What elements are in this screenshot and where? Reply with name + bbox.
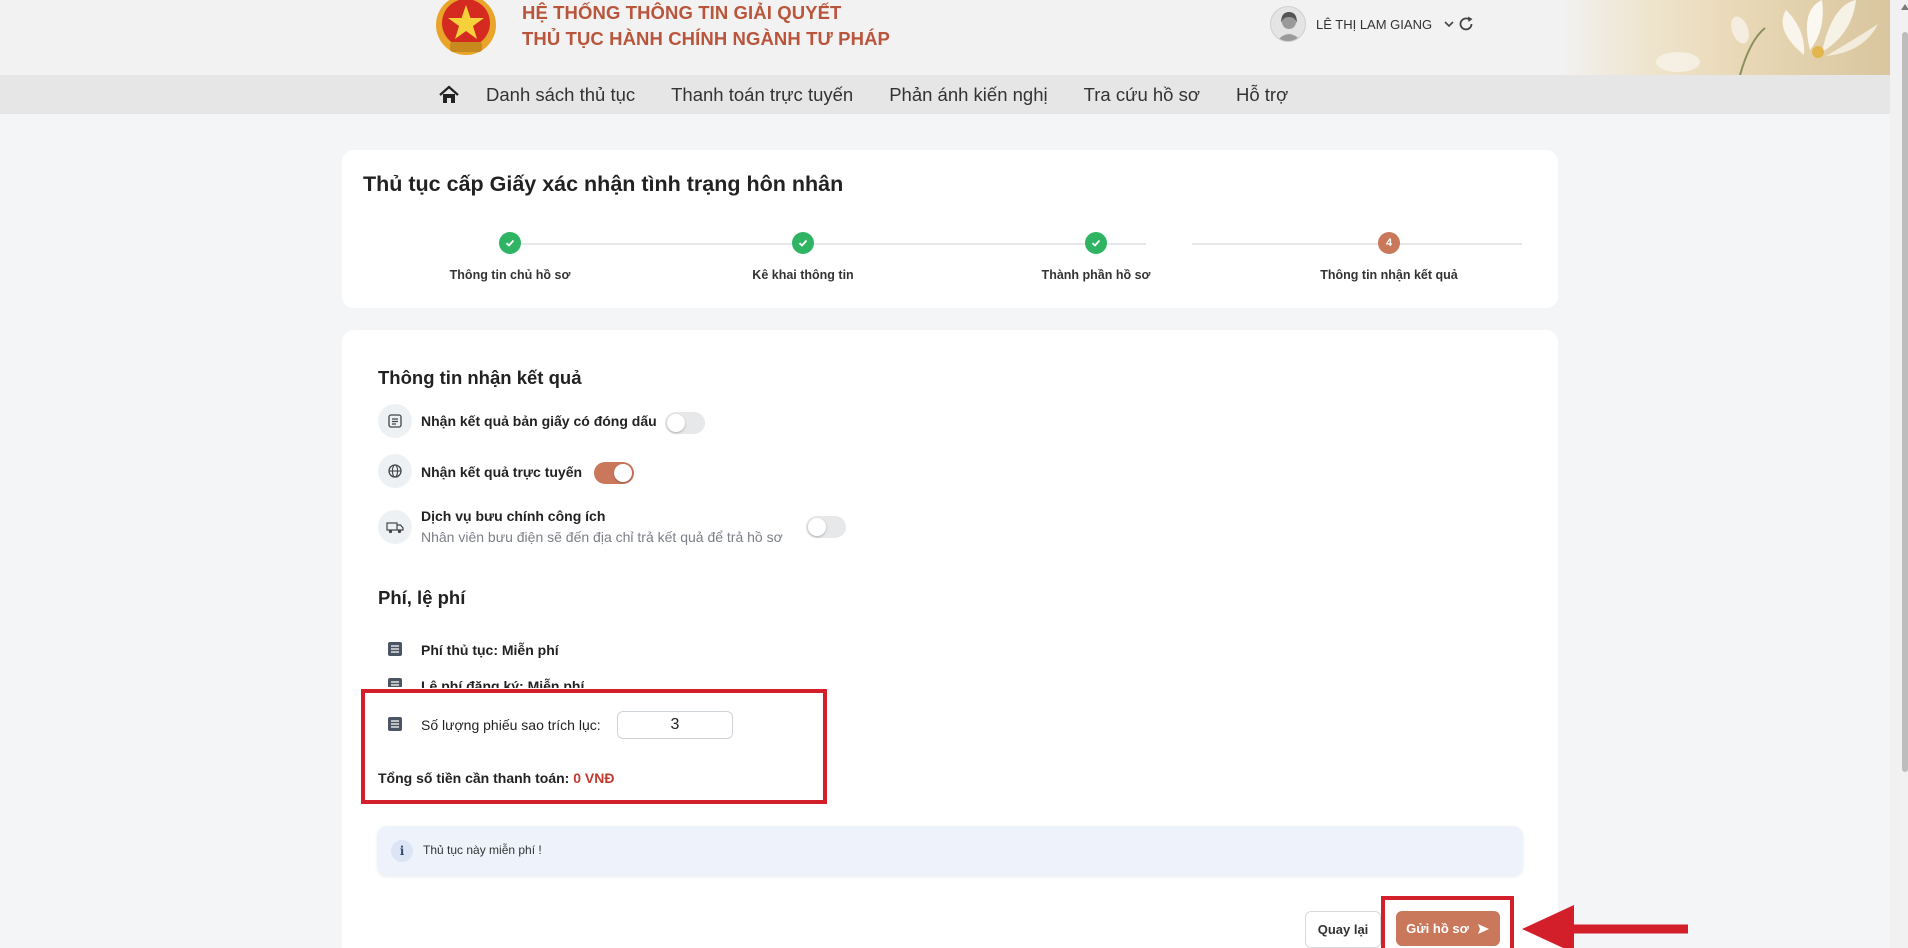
- option-online-result-label: Nhận kết quả trực tuyến: [421, 464, 583, 480]
- info-alert: i Thủ tục này miễn phí !: [377, 826, 1523, 876]
- step-2-check-icon: [792, 232, 814, 254]
- step-3-check-icon: [1085, 232, 1107, 254]
- site-title-line2: THỦ TỤC HÀNH CHÍNH NGÀNH TƯ PHÁP: [522, 28, 890, 49]
- document-icon: [378, 404, 412, 438]
- fees-section-title: Phí, lệ phí: [378, 587, 466, 608]
- chevron-down-icon[interactable]: [1442, 17, 1456, 31]
- option-postal-service-label: Dịch vụ bưu chính công ích: [421, 508, 606, 524]
- step-2-label: Kê khai thông tin: [752, 268, 854, 282]
- annotation-highlight-submit: [1381, 896, 1514, 948]
- list-icon: [388, 642, 402, 656]
- main-nav: Danh sách thủ tục Thanh toán trực tuyến …: [0, 75, 1890, 114]
- stepper: 4 Thông tin chủ hồ sơ Kê khai thông tin …: [342, 150, 1558, 308]
- step-1-label: Thông tin chủ hồ sơ: [449, 268, 571, 282]
- site-title[interactable]: HỆ THỐNG THÔNG TIN GIẢI QUYẾT THỦ TỤC HÀ…: [522, 0, 890, 52]
- option-postal-service-sub: Nhân viên bưu điện sẽ đến địa chỉ trả kế…: [421, 529, 783, 545]
- option-paper-result-label: Nhận kết quả bản giấy có đóng dấu: [421, 413, 657, 429]
- annotation-highlight-fees: [361, 689, 827, 804]
- lotus-banner-image: [1560, 0, 1890, 75]
- step-connector: [510, 243, 1146, 245]
- user-menu[interactable]: LÊ THỊ LAM GIANG: [1270, 6, 1456, 42]
- nav-item-ho-tro[interactable]: Hỗ trợ: [1236, 84, 1288, 106]
- annotation-arrow-icon: [1522, 905, 1688, 948]
- header: HỆ THỐNG THÔNG TIN GIẢI QUYẾT THỦ TỤC HÀ…: [0, 0, 1890, 75]
- nav-item-phan-anh-kien-nghi[interactable]: Phản ánh kiến nghị: [889, 84, 1047, 106]
- avatar: [1270, 6, 1306, 42]
- option-paper-result-toggle[interactable]: [665, 412, 705, 434]
- option-postal-service-toggle[interactable]: [806, 516, 846, 538]
- step-connector: [1192, 243, 1522, 245]
- info-text: Thủ tục này miễn phí !: [423, 843, 542, 857]
- national-emblem: [436, 0, 496, 55]
- refresh-icon[interactable]: [1456, 14, 1476, 34]
- step-3-label: Thành phần hồ sơ: [1041, 268, 1151, 282]
- step-4-number: 4: [1378, 232, 1400, 254]
- procedure-header-card: Thủ tục cấp Giấy xác nhận tình trạng hôn…: [342, 150, 1558, 308]
- nav-item-danh-sach-thu-tuc[interactable]: Danh sách thủ tục: [486, 84, 635, 106]
- scroll-up-arrow-icon[interactable]: [1901, 4, 1908, 10]
- fee-registration: Lệ phí đăng ký: Miễn phí: [421, 678, 585, 688]
- delivery-truck-icon: [378, 510, 412, 544]
- nav-item-thanh-toan-truc-tuyen[interactable]: Thanh toán trực tuyến: [671, 84, 853, 106]
- info-icon: i: [391, 840, 413, 862]
- site-title-line1: HỆ THỐNG THÔNG TIN GIẢI QUYẾT: [522, 2, 842, 23]
- scrollbar-thumb[interactable]: [1902, 32, 1908, 772]
- receive-section-title: Thông tin nhận kết quả: [378, 367, 582, 388]
- step-4-label: Thông tin nhận kết quả: [1320, 268, 1458, 282]
- home-icon[interactable]: [438, 84, 460, 106]
- step-1-check-icon: [499, 232, 521, 254]
- fee-procedure: Phí thủ tục: Miễn phí: [421, 642, 559, 658]
- option-online-result-toggle[interactable]: [594, 462, 634, 484]
- result-info-card: Thông tin nhận kết quả Nhận kết quả bản …: [342, 330, 1558, 948]
- user-name: LÊ THỊ LAM GIANG: [1316, 16, 1433, 32]
- back-button[interactable]: Quay lại: [1305, 911, 1381, 948]
- nav-item-tra-cuu-ho-so[interactable]: Tra cứu hồ sơ: [1084, 84, 1200, 106]
- globe-icon: [378, 454, 412, 488]
- nav-items: Danh sách thủ tục Thanh toán trực tuyến …: [438, 75, 1324, 114]
